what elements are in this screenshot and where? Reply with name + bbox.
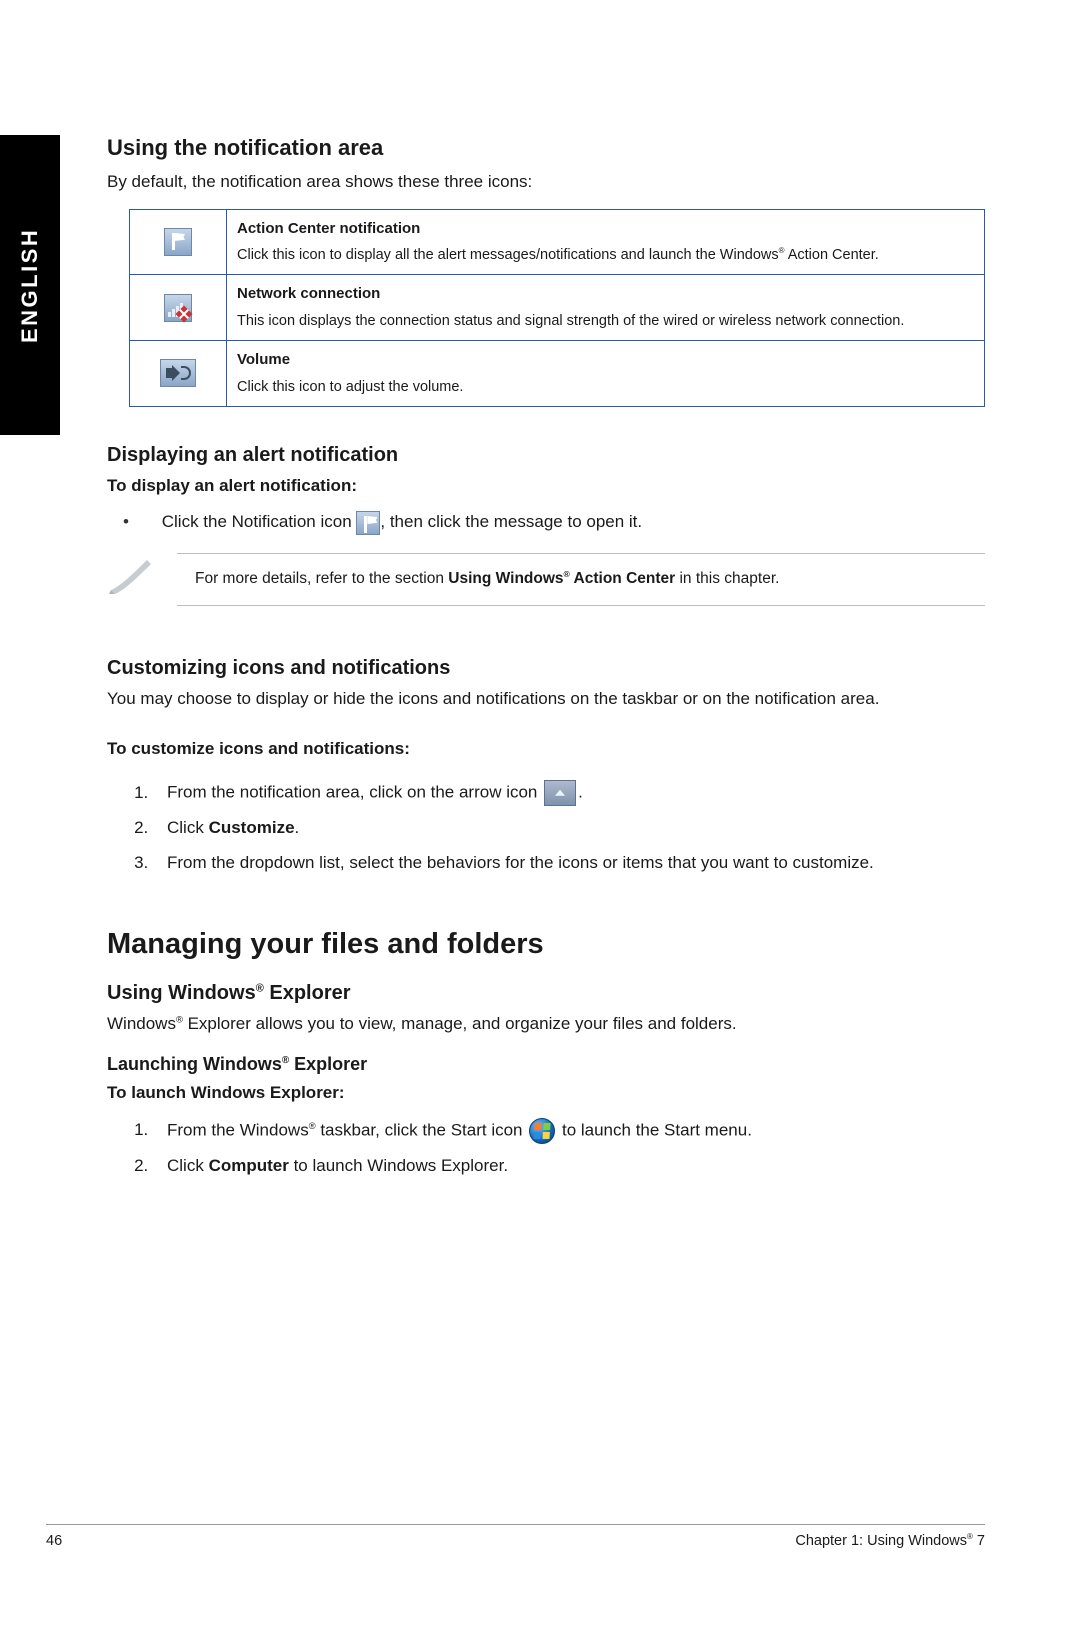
text: . (578, 783, 583, 802)
heading-display-alert: Displaying an alert notification (107, 441, 985, 470)
row-desc: Click this icon to display all the alert… (237, 245, 974, 266)
registered-mark: ® (256, 983, 264, 995)
desc-cell-volume: Volume Click this icon to adjust the vol… (227, 341, 985, 407)
text: For more details, refer to the section (195, 570, 448, 587)
start-orb-icon (529, 1118, 555, 1144)
row-title: Network connection (237, 283, 974, 305)
bold-text: Computer (209, 1156, 289, 1175)
text: Click the Notification icon (162, 512, 357, 531)
heading-launching-explorer: Launching Windows® Explorer (107, 1051, 985, 1077)
row-title: Action Center notification (237, 218, 974, 240)
heading-managing-files: Managing your files and folders (107, 923, 985, 965)
intro-customize-icons: You may choose to display or hide the ic… (107, 687, 985, 712)
intro-notification-area: By default, the notification area shows … (107, 170, 985, 195)
text: 7 (973, 1533, 985, 1549)
icon-cell-network (130, 275, 227, 341)
text: From the Windows (167, 1120, 309, 1139)
table-row: Action Center notification Click this ic… (130, 209, 985, 275)
row-desc: Click this icon to adjust the volume. (237, 377, 974, 398)
text: From the notification area, click on the… (167, 783, 542, 802)
text: Using Windows (107, 982, 256, 1004)
subheading-launch-explorer: To launch Windows Explorer: (107, 1081, 985, 1106)
text: Explorer allows you to view, manage, and… (183, 1014, 737, 1033)
language-tab: ENGLISH (0, 135, 60, 435)
arrow-up-icon (544, 780, 576, 806)
page-footer: 46 Chapter 1: Using Windows® 7 (46, 1524, 985, 1552)
bold-text: Customize (209, 818, 295, 837)
note-text: For more details, refer to the section U… (177, 553, 985, 606)
pen-icon (107, 556, 177, 604)
desc-cell-action-center: Action Center notification Click this ic… (227, 209, 985, 275)
text: Chapter 1: Using Windows (795, 1533, 967, 1549)
text: Action Center. (784, 247, 878, 263)
text: to launch the Start menu. (557, 1120, 752, 1139)
subheading-display-alert: To display an alert notification: (107, 474, 985, 499)
row-title: Volume (237, 349, 974, 371)
bullet-list: Click the Notification icon , then click… (107, 510, 985, 535)
text: in this chapter. (675, 570, 779, 587)
flag-icon (164, 228, 192, 256)
numbered-list: From the notification area, click on the… (107, 780, 985, 875)
registered-mark: ® (309, 1121, 316, 1131)
table-row: Volume Click this icon to adjust the vol… (130, 341, 985, 407)
notification-icons-table: Action Center notification Click this ic… (129, 209, 985, 407)
text: Click (167, 1156, 209, 1175)
text: Click (167, 818, 209, 837)
manual-page: ENGLISH Using the notification area By d… (0, 0, 1080, 1627)
text: , then click the message to open it. (380, 512, 642, 531)
icon-cell-action-center (130, 209, 227, 275)
list-item: From the notification area, click on the… (153, 780, 985, 806)
text: taskbar, click the Start icon (316, 1120, 528, 1139)
note-box: For more details, refer to the section U… (107, 553, 985, 606)
text: Using Windows (448, 570, 563, 587)
list-item: Click the Notification icon , then click… (119, 510, 985, 535)
subheading-customize-icons: To customize icons and notifications: (107, 737, 985, 762)
text: Launching Windows (107, 1054, 282, 1074)
text: Explorer (289, 1054, 367, 1074)
text: . (295, 818, 300, 837)
text: Explorer (264, 982, 351, 1004)
list-item: From the Windows® taskbar, click the Sta… (153, 1118, 985, 1144)
list-item: Click Customize. (153, 816, 985, 841)
text: Action Center (570, 570, 675, 587)
text: to launch Windows Explorer. (289, 1156, 508, 1175)
page-content: Using the notification area By default, … (107, 132, 985, 1192)
heading-customize-icons: Customizing icons and notifications (107, 654, 985, 683)
text: Windows (107, 1014, 176, 1033)
page-number: 46 (46, 1531, 62, 1552)
desc-cell-network: Network connection This icon displays th… (227, 275, 985, 341)
table-row: Network connection This icon displays th… (130, 275, 985, 341)
intro-using-explorer: Windows® Explorer allows you to view, ma… (107, 1012, 985, 1037)
text: Click this icon to display all the alert… (237, 247, 779, 263)
volume-icon (160, 359, 196, 387)
flag-icon (356, 511, 380, 535)
list-item: From the dropdown list, select the behav… (153, 851, 985, 876)
row-desc: This icon displays the connection status… (237, 311, 974, 332)
chapter-label: Chapter 1: Using Windows® 7 (795, 1531, 985, 1552)
heading-using-explorer: Using Windows® Explorer (107, 979, 985, 1008)
icon-cell-volume (130, 341, 227, 407)
list-item: Click Computer to launch Windows Explore… (153, 1154, 985, 1179)
numbered-list: From the Windows® taskbar, click the Sta… (107, 1118, 985, 1179)
heading-notification-area: Using the notification area (107, 132, 985, 164)
registered-mark: ® (176, 1015, 183, 1025)
network-icon (164, 294, 192, 322)
